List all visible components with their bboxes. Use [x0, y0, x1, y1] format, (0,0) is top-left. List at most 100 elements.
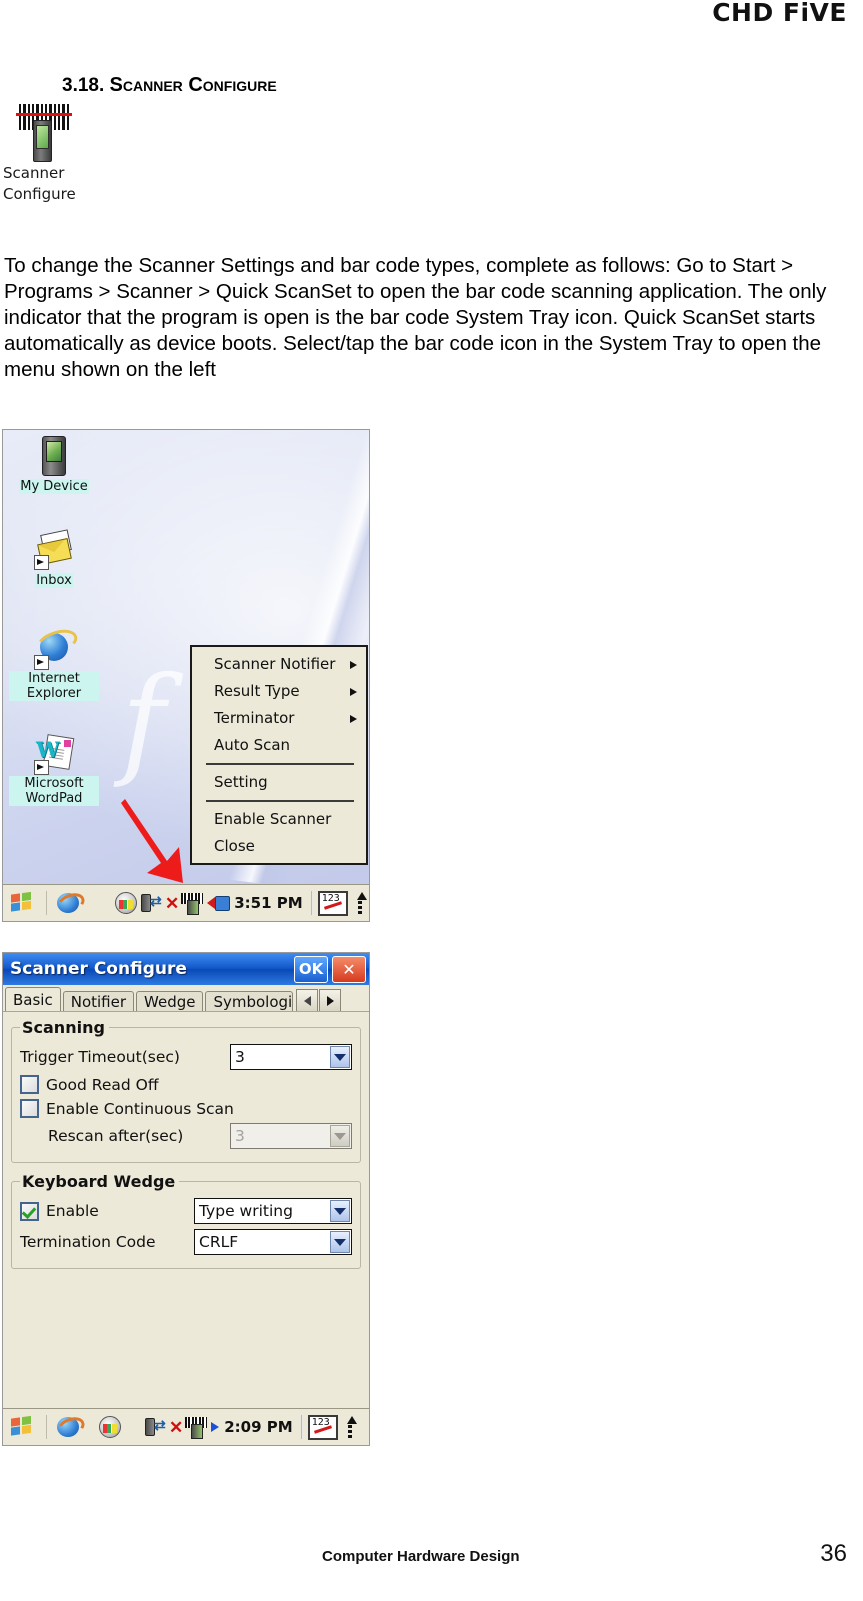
termination-code-row: Termination Code CRLF [20, 1229, 352, 1255]
desktop-screenshot: f My Device Inbox Internet Explorer W Mi… [2, 429, 370, 922]
keyboard-wedge-group: Keyboard Wedge Enable Type writing Termi… [11, 1172, 361, 1269]
ok-button[interactable]: OK [294, 955, 328, 983]
termination-code-value: CRLF [199, 1233, 239, 1251]
close-button[interactable]: ✕ [332, 955, 366, 983]
rescan-after-value: 3 [235, 1127, 245, 1145]
power-plug-icon[interactable] [207, 895, 231, 911]
submenu-arrow-icon [350, 688, 357, 696]
trigger-timeout-label: Trigger Timeout(sec) [20, 1048, 180, 1066]
sync-icon[interactable] [145, 1416, 167, 1438]
updown-arrows-icon[interactable] [354, 891, 367, 915]
taskbar-clock[interactable]: 2:09 PM [224, 1418, 292, 1436]
menu-item-terminator[interactable]: Terminator [192, 705, 366, 732]
submenu-arrow-icon [350, 661, 357, 669]
taskbar-clock[interactable]: 3:51 PM [234, 894, 302, 912]
tab-scroll-left-button[interactable] [296, 989, 319, 1013]
menu-item-label: Result Type [214, 682, 300, 700]
trigger-timeout-select[interactable]: 3 [230, 1044, 352, 1070]
menu-separator [206, 800, 354, 802]
enable-continuous-scan-row[interactable]: Enable Continuous Scan [20, 1099, 352, 1118]
desktop-icon-inbox[interactable]: Inbox [9, 529, 99, 589]
scanner-tray-context-menu[interactable]: Scanner Notifier Result Type Terminator … [190, 645, 368, 865]
tab-basic[interactable]: Basic [5, 987, 61, 1013]
sync-icon[interactable] [141, 892, 163, 914]
start-button[interactable] [7, 890, 41, 916]
shortcut-overlay-icon [34, 555, 49, 570]
page-header: CHD FiVE [0, 0, 863, 30]
good-read-off-row[interactable]: Good Read Off [20, 1075, 352, 1094]
body-paragraph: To change the Scanner Settings and bar c… [4, 253, 827, 381]
barcode-scanner-icon[interactable] [181, 893, 204, 915]
menu-item-setting[interactable]: Setting [192, 769, 366, 796]
termination-code-label: Termination Code [20, 1233, 156, 1251]
scanner-configure-app-icon: Scanner Configure [3, 104, 93, 204]
dialog-titlebar: Scanner Configure OK ✕ [3, 953, 369, 985]
tab-symbologies[interactable]: Symbologi [205, 991, 294, 1013]
scanning-group-legend: Scanning [22, 1018, 105, 1037]
pda-icon [34, 436, 74, 476]
handheld-device-icon [33, 120, 52, 162]
menu-item-scanner-notifier[interactable]: Scanner Notifier [192, 651, 366, 678]
disconnect-x-icon[interactable]: ✕ [169, 1419, 183, 1436]
trigger-timeout-row: Trigger Timeout(sec) 3 [20, 1044, 352, 1070]
termination-code-select[interactable]: CRLF [194, 1229, 352, 1255]
taskbar-divider [310, 891, 313, 915]
wedge-enable-checkbox[interactable] [20, 1201, 39, 1221]
app-icon-label-line2: Configure [3, 185, 76, 203]
taskbar-divider [46, 891, 48, 915]
annotation-arrow [121, 799, 183, 883]
barcode-scanner-icon[interactable] [185, 1417, 208, 1439]
dialog-taskbar[interactable]: ✕ 2:09 PM [3, 1408, 369, 1445]
internet-explorer-icon [33, 625, 81, 670]
chevron-down-icon[interactable] [330, 1231, 350, 1253]
menu-item-close[interactable]: Close [192, 833, 366, 860]
menu-item-label: Auto Scan [214, 736, 291, 754]
dialog-tabstrip[interactable]: Basic Notifier Wedge Symbologi [3, 985, 369, 1013]
sip-keyboard-icon[interactable] [317, 890, 348, 916]
tab-notifier[interactable]: Notifier [62, 991, 135, 1013]
running-app-icon[interactable] [54, 889, 88, 917]
chevron-right-icon [326, 996, 334, 1006]
keyboard-wedge-group-legend: Keyboard Wedge [22, 1172, 176, 1191]
desktop-icon-my-device[interactable]: My Device [9, 436, 99, 495]
menu-item-enable-scanner[interactable]: Enable Scanner [192, 806, 366, 833]
menu-item-result-type[interactable]: Result Type [192, 678, 366, 705]
chevron-down-icon [330, 1125, 350, 1147]
menu-item-label: Scanner Notifier [214, 655, 336, 673]
network-icon[interactable] [115, 892, 137, 914]
taskbar-divider [300, 1415, 303, 1439]
chevron-down-icon[interactable] [330, 1046, 350, 1068]
section-title: Scanner Configure [109, 74, 277, 96]
footer-page-number: 36 [820, 1540, 847, 1567]
updown-arrows-icon[interactable] [344, 1415, 357, 1439]
desktop-icon-microsoft-wordpad[interactable]: W Microsoft WordPad [9, 734, 99, 807]
wordpad-icon: W [34, 734, 75, 775]
sip-keyboard-icon[interactable] [307, 1414, 338, 1440]
rescan-after-row: Rescan after(sec) 3 [20, 1123, 352, 1149]
desktop-icon-internet-explorer[interactable]: Internet Explorer [9, 625, 99, 702]
wedge-enable-row: Enable Type writing [20, 1198, 352, 1224]
menu-item-label: Terminator [214, 709, 295, 727]
network-icon[interactable] [99, 1416, 121, 1438]
section-number: 3.18. [62, 75, 105, 96]
start-button[interactable] [7, 1414, 41, 1440]
menu-item-label: Enable Scanner [214, 810, 332, 828]
good-read-off-checkbox[interactable] [20, 1075, 39, 1094]
wedge-mode-select[interactable]: Type writing [194, 1198, 352, 1224]
desktop-taskbar[interactable]: ✕ 3:51 PM [3, 884, 369, 921]
chevron-down-icon[interactable] [330, 1200, 350, 1222]
app-icon-label-line1: Scanner [3, 164, 65, 182]
disconnect-x-icon[interactable]: ✕ [165, 895, 179, 912]
tab-scroll-right-button[interactable] [319, 989, 342, 1013]
enable-continuous-scan-checkbox[interactable] [20, 1099, 39, 1118]
taskbar-divider [46, 1415, 48, 1439]
laser-line-icon [16, 113, 72, 116]
menu-item-auto-scan[interactable]: Auto Scan [192, 732, 366, 759]
running-app-icon[interactable] [54, 1413, 88, 1441]
desktop-icon-label: Internet Explorer [9, 671, 99, 701]
menu-item-label: Close [214, 837, 255, 855]
desktop-icon-label: My Device [19, 479, 89, 494]
shortcut-overlay-icon [34, 655, 49, 670]
tab-wedge[interactable]: Wedge [136, 991, 204, 1013]
envelope-icon [34, 529, 74, 570]
